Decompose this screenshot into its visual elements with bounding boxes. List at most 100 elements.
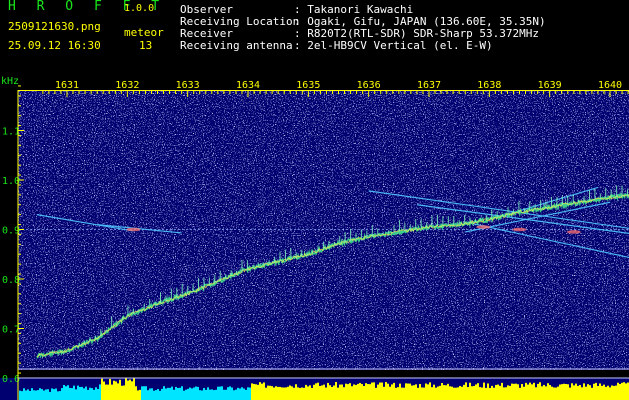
power-bar xyxy=(21,391,23,400)
power-bar xyxy=(605,386,607,400)
y-tick-label: 1.1 xyxy=(2,127,20,138)
power-bar xyxy=(591,387,593,400)
power-bar xyxy=(103,381,105,400)
power-bar xyxy=(19,390,21,400)
power-bar xyxy=(419,384,421,400)
power-bar xyxy=(33,390,35,400)
power-bar xyxy=(113,380,115,400)
power-bar xyxy=(321,385,323,400)
x-tick-label: 1638 xyxy=(477,80,501,91)
y-tick-label: 0.7 xyxy=(2,325,20,336)
power-bar xyxy=(607,385,609,400)
power-bar xyxy=(429,382,431,400)
power-bar xyxy=(329,385,331,400)
power-bar xyxy=(147,390,149,400)
power-bar xyxy=(503,387,505,400)
power-bar xyxy=(245,389,247,400)
power-bar xyxy=(521,384,523,400)
power-bar xyxy=(91,388,93,400)
power-bar xyxy=(197,386,199,400)
power-bar xyxy=(433,384,435,400)
power-bar xyxy=(621,382,623,400)
power-bar xyxy=(305,384,307,400)
power-bar xyxy=(211,389,213,400)
power-bar xyxy=(489,387,491,400)
power-bar xyxy=(481,387,483,400)
power-bar xyxy=(387,383,389,400)
power-bar xyxy=(541,386,543,400)
power-bar xyxy=(315,383,317,400)
power-bar xyxy=(229,386,231,400)
power-bar xyxy=(465,382,467,400)
power-bar xyxy=(375,387,377,400)
power-bar xyxy=(303,387,305,400)
power-bar xyxy=(61,388,63,400)
power-bar xyxy=(27,389,29,400)
power-bar xyxy=(431,387,433,400)
power-bar xyxy=(247,387,249,400)
power-bar xyxy=(623,382,625,400)
power-bar xyxy=(169,387,171,400)
power-bar xyxy=(253,383,255,400)
power-bar xyxy=(133,378,135,400)
power-bar xyxy=(381,382,383,400)
power-bar xyxy=(285,387,287,400)
y-tick-label: 1.0 xyxy=(2,176,20,187)
power-bar xyxy=(553,387,555,400)
power-bar xyxy=(443,385,445,400)
power-bar xyxy=(333,385,335,400)
power-bar xyxy=(171,386,173,400)
power-bar xyxy=(93,389,95,400)
power-bar xyxy=(513,383,515,400)
power-bar xyxy=(99,384,101,400)
power-bar xyxy=(187,388,189,400)
power-bar xyxy=(499,385,501,400)
power-bar xyxy=(587,384,589,400)
power-bar xyxy=(239,388,241,400)
power-bar xyxy=(529,382,531,400)
power-bar xyxy=(519,387,521,400)
power-bar xyxy=(279,386,281,400)
power-bar xyxy=(363,386,365,400)
power-bar xyxy=(379,382,381,400)
power-bar xyxy=(193,387,195,400)
power-bar xyxy=(181,386,183,400)
power-bar xyxy=(65,386,67,400)
power-bar xyxy=(483,382,485,400)
power-bar xyxy=(159,390,161,400)
power-bar xyxy=(595,382,597,400)
antenna-label: Receiving antenna xyxy=(180,39,293,52)
power-bar xyxy=(231,387,233,400)
power-bar xyxy=(459,386,461,400)
power-bar xyxy=(487,383,489,400)
power-bar xyxy=(353,384,355,400)
power-bar xyxy=(505,387,507,400)
power-bar xyxy=(209,389,211,400)
power-bar xyxy=(149,388,151,400)
power-bar xyxy=(71,388,73,400)
power-bar xyxy=(257,384,259,400)
power-bar xyxy=(461,386,463,400)
power-bar xyxy=(153,390,155,400)
power-bar xyxy=(203,387,205,400)
power-bar xyxy=(599,383,601,400)
power-bar xyxy=(37,390,39,400)
power-bar xyxy=(417,387,419,400)
power-bar xyxy=(177,388,179,400)
power-bar xyxy=(351,386,353,400)
power-bar xyxy=(577,385,579,400)
power-bar xyxy=(463,384,465,400)
power-bar xyxy=(357,383,359,400)
power-bar xyxy=(473,385,475,400)
power-bar xyxy=(435,387,437,400)
power-bar xyxy=(277,386,279,400)
power-bar xyxy=(593,383,595,400)
power-bar xyxy=(537,383,539,400)
power-bar xyxy=(423,387,425,400)
power-bar xyxy=(49,391,51,400)
x-tick-label: 1632 xyxy=(115,80,139,91)
power-bar xyxy=(515,383,517,400)
power-bar xyxy=(557,386,559,400)
power-bar xyxy=(143,386,145,400)
power-bar xyxy=(525,382,527,400)
